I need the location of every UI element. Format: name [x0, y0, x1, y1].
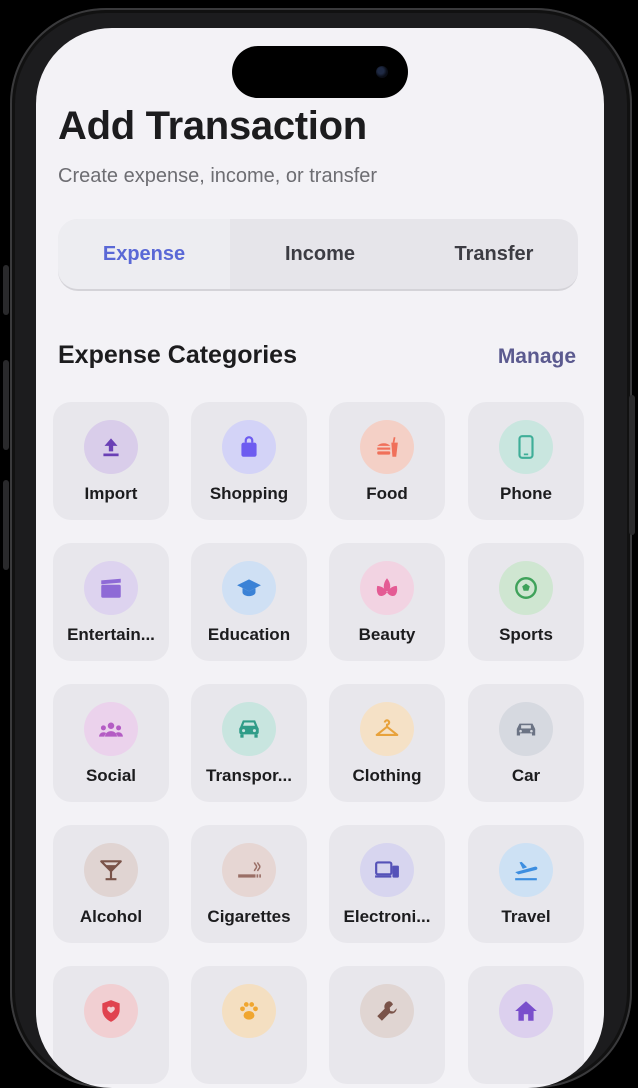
category-tile-phone[interactable]: Phone: [468, 402, 584, 520]
category-label: Social: [85, 766, 137, 785]
fast-food-icon: [360, 420, 414, 474]
category-label: Import: [84, 484, 138, 503]
category-tile-beauty[interactable]: Beauty: [329, 543, 445, 661]
shopping-bag-icon: [222, 420, 276, 474]
category-tile-car[interactable]: Car: [468, 684, 584, 802]
smoking-icon: [222, 843, 276, 897]
category-tile-paw[interactable]: [191, 966, 307, 1084]
cocktail-icon: [84, 843, 138, 897]
dynamic-island: [232, 46, 408, 98]
power-button: [629, 395, 635, 535]
car-front-icon: [222, 702, 276, 756]
category-tile-clothing[interactable]: Clothing: [329, 684, 445, 802]
action-button: [3, 265, 9, 315]
category-tile-cigarettes[interactable]: Cigarettes: [191, 825, 307, 943]
graduation-cap-icon: [222, 561, 276, 615]
category-label: Clothing: [352, 766, 422, 785]
hanger-icon: [360, 702, 414, 756]
page-title: Add Transaction: [58, 104, 367, 148]
category-tile-sports[interactable]: Sports: [468, 543, 584, 661]
category-tile-home[interactable]: [468, 966, 584, 1084]
soccer-ball-icon: [499, 561, 553, 615]
tab-transfer[interactable]: Transfer: [410, 219, 578, 289]
category-label: Alcohol: [79, 907, 143, 926]
app-screen: Add Transaction Create expense, income, …: [36, 28, 604, 1088]
category-label: Travel: [501, 907, 551, 926]
category-label: Electroni...: [343, 907, 431, 926]
category-tile-entertain[interactable]: Entertain...: [53, 543, 169, 661]
category-label: Education: [207, 625, 291, 644]
group-icon: [84, 702, 138, 756]
section-title: Expense Categories: [58, 341, 297, 369]
volume-down-button: [3, 480, 9, 570]
category-label: Food: [366, 484, 408, 503]
volume-up-button: [3, 360, 9, 450]
tab-income[interactable]: Income: [230, 219, 410, 289]
airplane-icon: [499, 843, 553, 897]
page-subtitle: Create expense, income, or transfer: [58, 165, 378, 187]
category-tile-food[interactable]: Food: [329, 402, 445, 520]
category-tile-education[interactable]: Education: [191, 543, 307, 661]
category-label: Shopping: [209, 484, 289, 503]
category-tile-social[interactable]: Social: [53, 684, 169, 802]
smartphone-icon: [499, 420, 553, 474]
transaction-type-selector: Expense Income Transfer: [58, 219, 578, 291]
manage-link[interactable]: Manage: [498, 345, 576, 369]
category-label: Entertain...: [67, 625, 155, 644]
category-tile-wrench[interactable]: [329, 966, 445, 1084]
category-tile-shopping[interactable]: Shopping: [191, 402, 307, 520]
tab-expense[interactable]: Expense: [58, 219, 230, 289]
category-label: Car: [511, 766, 541, 785]
devices-icon: [360, 843, 414, 897]
wrench-icon: [360, 984, 414, 1038]
front-camera-icon: [376, 66, 388, 78]
category-tile-electroni[interactable]: Electroni...: [329, 825, 445, 943]
category-label: Phone: [500, 484, 552, 503]
lotus-icon: [360, 561, 414, 615]
car-icon: [499, 702, 553, 756]
paw-icon: [222, 984, 276, 1038]
category-label: Cigarettes: [207, 907, 291, 926]
category-tile-transpor[interactable]: Transpor...: [191, 684, 307, 802]
category-label: Sports: [499, 625, 553, 644]
category-tile-alcohol[interactable]: Alcohol: [53, 825, 169, 943]
upload-icon: [84, 420, 138, 474]
category-tile-shield[interactable]: [53, 966, 169, 1084]
category-label: Beauty: [358, 625, 416, 644]
category-tile-travel[interactable]: Travel: [468, 825, 584, 943]
home-icon: [499, 984, 553, 1038]
category-label: Transpor...: [206, 766, 292, 785]
clapperboard-icon: [84, 561, 138, 615]
shield-icon: [84, 984, 138, 1038]
category-tile-import[interactable]: Import: [53, 402, 169, 520]
